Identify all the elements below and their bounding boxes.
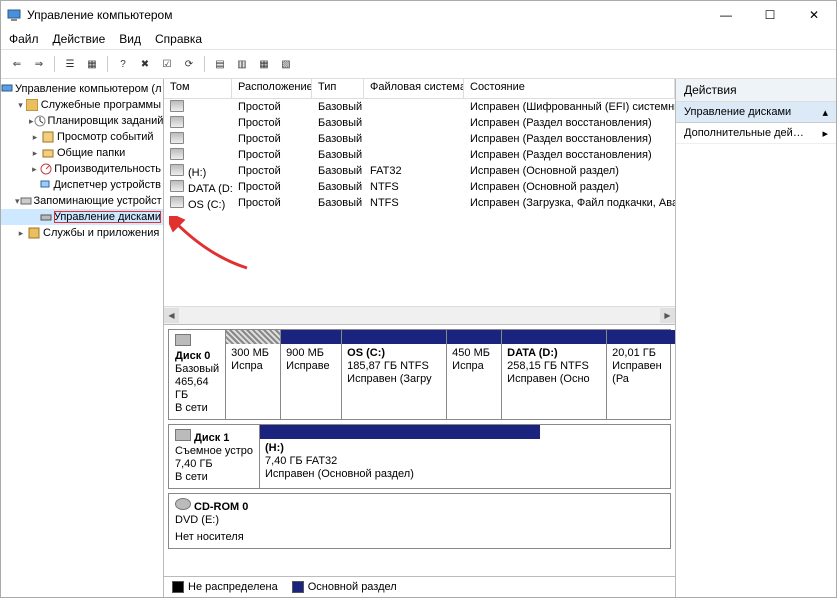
volume-row[interactable]: ПростойБазовыйИсправен (Раздел восстанов… <box>164 147 675 163</box>
titlebar: Управление компьютером — ☐ ✕ <box>1 1 836 29</box>
volume-icon <box>170 196 184 208</box>
view-top-button[interactable]: ▤ <box>210 54 230 74</box>
tree-device-manager[interactable]: Диспетчер устройств <box>1 177 163 193</box>
partition[interactable]: DATA (D:)258,15 ГБ NTFSИсправен (Осно <box>502 330 607 419</box>
tree-task-scheduler[interactable]: ▸Планировщик заданий <box>1 113 163 129</box>
tree-event-viewer[interactable]: ▸Просмотр событий <box>1 129 163 145</box>
disk-row-0[interactable]: Диск 0 Базовый 465,64 ГБ В сети 300 МБИс… <box>168 329 671 420</box>
volume-row[interactable]: ПростойБазовыйИсправен (Шифрованный (EFI… <box>164 99 675 115</box>
view-settings-button[interactable]: ▦ <box>254 54 274 74</box>
cdrom-icon <box>175 498 191 510</box>
actions-selected[interactable]: Управление дисками▴ <box>676 102 836 123</box>
tree-services-apps[interactable]: ▸Службы и приложения <box>1 225 163 241</box>
chevron-right-icon: ▸ <box>822 127 828 140</box>
scroll-right-icon[interactable]: ▶ <box>660 308 675 323</box>
disk-row-cdrom[interactable]: CD-ROM 0 DVD (E:) Нет носителя <box>168 493 671 549</box>
tools-icon <box>26 98 39 112</box>
disk-row-1[interactable]: Диск 1 Съемное устро 7,40 ГБ В сети (H:)… <box>168 424 671 489</box>
storage-icon <box>20 194 32 208</box>
partition[interactable]: 300 МБИспра <box>226 330 281 419</box>
menu-action[interactable]: Действие <box>53 32 106 46</box>
partition[interactable]: 450 МБИспра <box>447 330 502 419</box>
menu-view[interactable]: Вид <box>119 32 141 46</box>
volume-icon <box>170 100 184 112</box>
partition[interactable]: (H:)7,40 ГБ FAT32Исправен (Основной разд… <box>260 425 540 488</box>
hdd-icon <box>175 334 191 346</box>
disk-graphical-view: Диск 0 Базовый 465,64 ГБ В сети 300 МБИс… <box>164 325 675 576</box>
perf-icon <box>40 162 53 176</box>
partition[interactable]: 20,01 ГБИсправен (Ра <box>607 330 675 419</box>
show-hide-tree-button[interactable]: ☰ <box>60 54 80 74</box>
col-layout[interactable]: Расположение <box>232 79 312 98</box>
actions-more[interactable]: Дополнительные дей…▸ <box>676 123 836 144</box>
maximize-button[interactable]: ☐ <box>748 1 792 29</box>
computer-icon <box>1 82 13 96</box>
tree-shared-folders[interactable]: ▸Общие папки <box>1 145 163 161</box>
volume-icon <box>170 180 184 192</box>
volume-row[interactable]: (H:)ПростойБазовыйFAT32Исправен (Основно… <box>164 163 675 179</box>
chevron-up-icon: ▴ <box>822 106 828 119</box>
menubar: Файл Действие Вид Справка <box>1 29 836 50</box>
disk-icon <box>40 210 52 224</box>
properties-button[interactable]: ▦ <box>82 54 102 74</box>
actions-pane: Действия Управление дисками▴ Дополнитель… <box>676 79 836 597</box>
legend: Не распределена Основной раздел <box>164 576 675 597</box>
volume-icon <box>170 116 184 128</box>
volume-list: Том Расположение Тип Файловая система Со… <box>164 79 675 325</box>
device-icon <box>39 178 51 192</box>
back-button[interactable]: ⇐ <box>7 54 27 74</box>
volume-row[interactable]: ПростойБазовыйИсправен (Раздел восстанов… <box>164 115 675 131</box>
volume-icon <box>170 148 184 160</box>
tree-performance[interactable]: ▸Производительность <box>1 161 163 177</box>
folder-icon <box>41 146 55 160</box>
forward-button[interactable]: ⇒ <box>29 54 49 74</box>
menu-file[interactable]: Файл <box>9 32 39 46</box>
options-button[interactable]: ☑ <box>157 54 177 74</box>
disk-0-info: Диск 0 Базовый 465,64 ГБ В сети <box>169 330 226 419</box>
services-icon <box>27 226 41 240</box>
tree-disk-management[interactable]: Управление дисками <box>1 209 163 225</box>
scheduler-icon <box>34 114 46 128</box>
partition[interactable]: OS (C:)185,87 ГБ NTFSИсправен (Загру <box>342 330 447 419</box>
col-status[interactable]: Состояние <box>464 79 675 98</box>
volume-icon <box>170 132 184 144</box>
col-filesystem[interactable]: Файловая система <box>364 79 464 98</box>
tree-system-tools[interactable]: ▾Служебные программы <box>1 97 163 113</box>
toolbar: ⇐ ⇒ ☰ ▦ ? ✖ ☑ ⟳ ▤ ▥ ▦ ▧ <box>1 50 836 79</box>
action-x-button[interactable]: ✖ <box>135 54 155 74</box>
app-icon <box>7 8 21 22</box>
event-icon <box>41 130 55 144</box>
minimize-button[interactable]: — <box>704 1 748 29</box>
volume-row[interactable]: DATA (D:)ПростойБазовыйNTFSИсправен (Осн… <box>164 179 675 195</box>
cdrom-info: CD-ROM 0 DVD (E:) Нет носителя <box>169 494 670 548</box>
view-list-button[interactable]: ▧ <box>276 54 296 74</box>
volume-row[interactable]: OS (C:)ПростойБазовыйNTFSИсправен (Загру… <box>164 195 675 211</box>
tree-storage[interactable]: ▾Запоминающие устройст <box>1 193 163 209</box>
volume-hscrollbar[interactable]: ◀ ▶ <box>164 306 675 324</box>
view-bottom-button[interactable]: ▥ <box>232 54 252 74</box>
tree-pane: Управление компьютером (л ▾Служебные про… <box>1 79 164 597</box>
scroll-left-icon[interactable]: ◀ <box>164 308 179 323</box>
disk-1-info: Диск 1 Съемное устро 7,40 ГБ В сети <box>169 425 260 488</box>
legend-unallocated: Не распределена <box>172 581 278 593</box>
menu-help[interactable]: Справка <box>155 32 202 46</box>
volume-row[interactable]: ПростойБазовыйИсправен (Раздел восстанов… <box>164 131 675 147</box>
legend-primary: Основной раздел <box>292 581 397 593</box>
removable-icon <box>175 429 191 441</box>
partition[interactable]: 900 МБИсправе <box>281 330 342 419</box>
tree-root[interactable]: Управление компьютером (л <box>1 81 163 97</box>
close-button[interactable]: ✕ <box>792 1 836 29</box>
refresh-button[interactable]: ⟳ <box>179 54 199 74</box>
help-button[interactable]: ? <box>113 54 133 74</box>
window-title: Управление компьютером <box>27 8 172 22</box>
col-type[interactable]: Тип <box>312 79 364 98</box>
actions-header: Действия <box>676 79 836 102</box>
col-volume[interactable]: Том <box>164 79 232 98</box>
center-pane: Том Расположение Тип Файловая система Со… <box>164 79 676 597</box>
volume-icon <box>170 164 184 176</box>
volume-list-header: Том Расположение Тип Файловая система Со… <box>164 79 675 99</box>
